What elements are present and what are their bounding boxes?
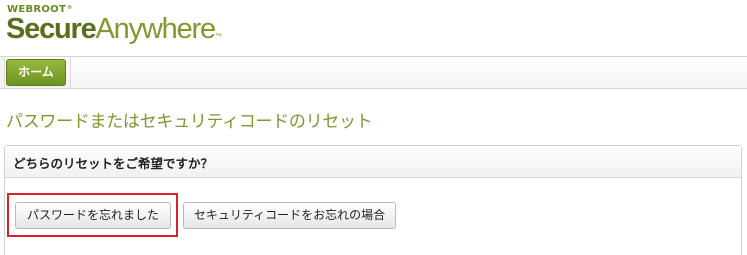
logo-trademark: ™	[214, 33, 222, 40]
page: WEBROOT® SecureAnywhere™ ホーム パスワードまたはセキュ…	[0, 0, 747, 255]
nav-divider	[70, 57, 71, 88]
reset-choice-panel: どちらのリセットをご希望ですか？	[4, 145, 742, 255]
forgot-password-button[interactable]: パスワードを忘れました	[15, 202, 171, 229]
logo-product-primary: Secure	[6, 13, 97, 45]
nav-left-edge	[0, 57, 5, 88]
logo-product-secondary: Anywhere	[95, 13, 217, 45]
logo-registered-mark: ®	[67, 5, 73, 11]
logo-product-name: SecureAnywhere™	[6, 13, 222, 46]
forgot-security-code-button[interactable]: セキュリティコードをお忘れの場合	[183, 202, 396, 229]
panel-header: どちらのリセットをご希望ですか？	[5, 146, 741, 178]
page-title: パスワードまたはセキュリティコードのリセット	[6, 112, 373, 132]
nav-home-tab[interactable]: ホーム	[6, 59, 66, 86]
main-nav-bar: ホーム	[0, 56, 747, 89]
reset-question: どちらのリセットをご希望ですか？	[13, 156, 214, 171]
